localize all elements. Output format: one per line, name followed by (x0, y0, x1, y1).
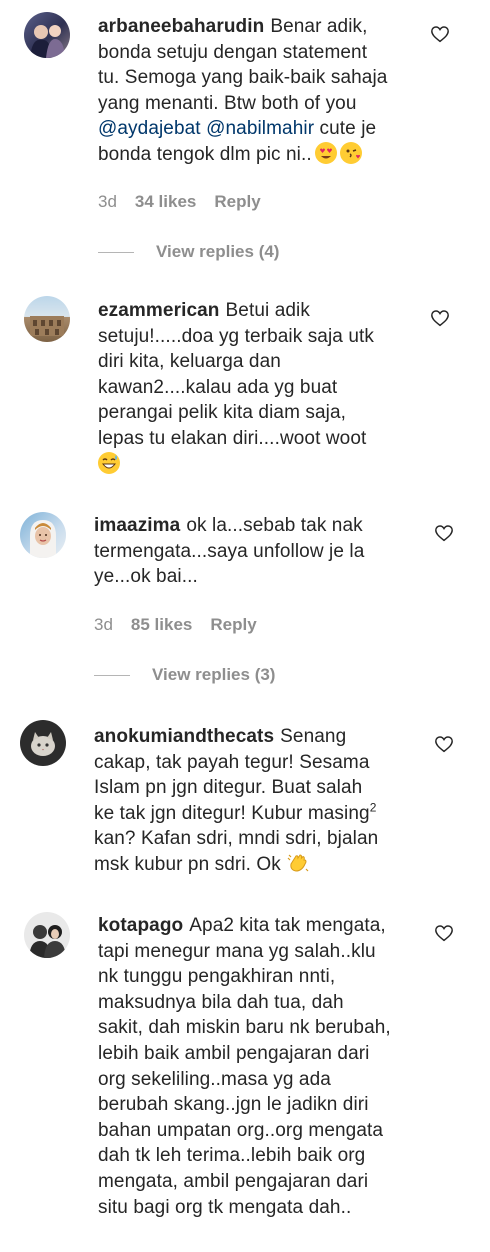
comment-line: Islam pn jgn ditegur. Buat salah (94, 777, 363, 799)
comment-username[interactable]: imaazima (94, 515, 180, 536)
like-heart-icon[interactable] (434, 735, 454, 753)
avatar[interactable] (24, 912, 70, 958)
comment-line: cakap, tak payah tegur! Sesama (94, 751, 370, 773)
comment-line: situ bagi org tk mengata dah.. (98, 1196, 352, 1218)
comment-line: kawan2....kalau ada yg buat (98, 376, 338, 398)
comment-time: 3d (94, 615, 113, 634)
comment-line: diri kita, keluarga dan (98, 351, 281, 373)
comment-line: lebih baik ambil pengajaran dari (98, 1042, 370, 1064)
comment-line: msk kubur pn sdri. Ok (94, 853, 281, 875)
comment-username[interactable]: anokumiandthecats (94, 726, 274, 747)
comment-line: org sekeliling..masa yg ada (98, 1068, 331, 1090)
like-heart-icon[interactable] (434, 924, 454, 942)
avatar[interactable] (24, 12, 70, 58)
comment-line: yang menanti. Btw both of you (98, 92, 357, 114)
reply-button[interactable]: Reply (214, 192, 260, 211)
superscript: 2 (369, 800, 377, 815)
comment-text: arbaneebaharudin Benar adik, bonda setuju… (98, 14, 387, 168)
mention-link[interactable]: @nabilmahir (206, 118, 314, 139)
comment-line: sakit, dah miskin baru nk berubah, (98, 1017, 391, 1039)
likes-count[interactable]: 34 likes (135, 192, 196, 211)
avatar[interactable] (20, 720, 66, 766)
avatar[interactable] (24, 296, 70, 342)
comment-line: cute je (319, 118, 377, 140)
comment-username[interactable]: kotapago (98, 915, 183, 936)
comment-text: anokumiandthecats Senang cakap, tak payah… (94, 724, 378, 878)
comment-line: bonda setuju dengan statement (98, 41, 368, 63)
comment-line: tapi menegur mana yg salah..klu (98, 940, 376, 962)
likes-count[interactable]: 85 likes (131, 615, 192, 634)
divider-line (98, 252, 134, 254)
mention-link[interactable]: @aydajebat (98, 118, 201, 139)
clapping-hands-emoji (287, 852, 309, 874)
divider-line (94, 675, 130, 677)
comment-line: bahan umpatan org..org mengata (98, 1119, 384, 1141)
comment-line: bonda tengok dlm pic ni.. (98, 143, 312, 165)
comment-text: kotapago Apa2 kita tak mengata, tapi mene… (98, 913, 391, 1220)
view-replies-label[interactable]: View replies (4) (156, 242, 279, 261)
comment-line: Benar adik, (270, 16, 368, 37)
comment-username[interactable]: arbaneebaharudin (98, 16, 264, 37)
comment-line: lepas tu elakan diri....woot woot (98, 427, 367, 449)
comment-line: Apa2 kita tak mengata, (189, 915, 386, 936)
like-heart-icon[interactable] (434, 524, 454, 542)
comment-line: perangai pelik kita diam saja, (98, 402, 347, 424)
comment-line: setuju!.....doa yg terbaik saja utk (98, 325, 374, 347)
comment-line: Senang (280, 726, 347, 747)
comment-username[interactable]: ezammerican (98, 300, 220, 321)
comment-line: ok la...sebab tak nak (186, 515, 363, 536)
comment-line: Betui adik (225, 300, 310, 321)
view-replies-button[interactable]: View replies (3) (94, 665, 275, 685)
grinning-sweat-emoji (98, 451, 120, 474)
kissing-face-emoji (339, 141, 362, 164)
comment-text: ezammerican Betui adik setuju!.....doa yg… (98, 298, 374, 477)
comment-line: maksudnya bila dah tua, dah (98, 991, 344, 1013)
comment-line: berubah skang..jgn le jadikn diri (98, 1094, 369, 1116)
view-replies-label[interactable]: View replies (3) (152, 665, 275, 684)
comment-line: termengata...saya unfollow je la (94, 540, 365, 562)
comment-line: nk tunggu pengakhiran nnti, (98, 966, 336, 988)
comment-text: imaazima ok la...sebab tak nak termengata… (94, 513, 364, 590)
comment-line: mengata, ambil pengajaran dari (98, 1170, 369, 1192)
comment-line: ke tak jgn ditegur! Kubur masing (94, 802, 370, 824)
comment-line: kan? Kafan sdri, mndi sdri, bjalan (94, 828, 379, 850)
avatar[interactable] (20, 512, 66, 558)
comment-line: tu. Semoga yang baik-baik sahaja (98, 67, 388, 89)
like-heart-icon[interactable] (430, 309, 450, 327)
view-replies-button[interactable]: View replies (4) (98, 242, 279, 262)
like-heart-icon[interactable] (430, 25, 450, 43)
comment-line: dah tk leh terima..lebih baik org (98, 1145, 366, 1167)
heart-eyes-emoji (314, 141, 337, 164)
comment-time: 3d (98, 192, 117, 211)
reply-button[interactable]: Reply (210, 615, 256, 634)
comment-line: ye...ok bai... (94, 566, 198, 588)
